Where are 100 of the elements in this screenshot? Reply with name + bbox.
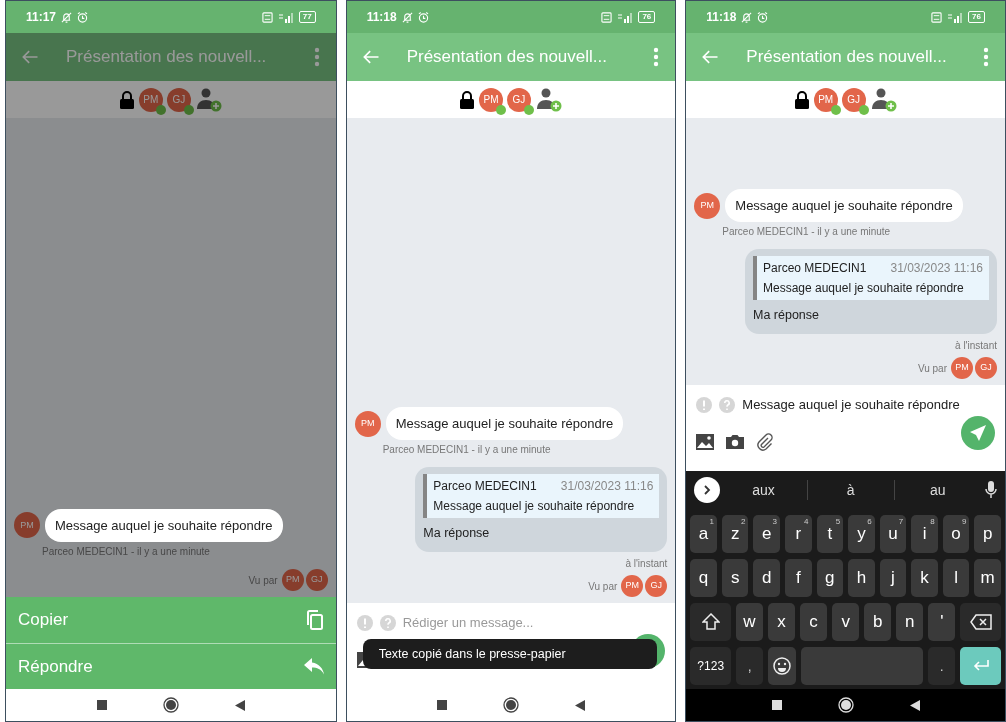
reply-text: Ma réponse — [753, 307, 820, 325]
key[interactable]: j — [879, 559, 907, 597]
key-hint: 3 — [772, 516, 777, 528]
avatar: PM — [694, 192, 721, 219]
square-icon[interactable] — [771, 700, 782, 710]
avatar: PM — [14, 512, 40, 539]
alarm-icon — [417, 11, 429, 23]
key[interactable]: d — [753, 559, 780, 597]
key[interactable]: q — [690, 559, 717, 597]
seen-by-label: Vu par — [588, 579, 618, 594]
suggestion[interactable]: au — [894, 479, 981, 501]
key[interactable]: i 8 — [911, 515, 938, 553]
signal-icon — [947, 11, 964, 23]
quote-author: Parceo MEDECIN1 — [433, 478, 537, 496]
key[interactable]: a 1 — [690, 515, 717, 553]
key[interactable]: u 7 — [879, 515, 907, 553]
send-icon[interactable] — [961, 415, 995, 450]
reply-bubble[interactable]: Parceo MEDECIN1 31/03/2023 11:16 Message auquel je souhaite répondre Ma réponse — [745, 249, 997, 334]
reply-bubble[interactable]: Parceo MEDECIN1 31/03/2023 11:16 Message auquel je souhaite répondre Ma réponse — [415, 467, 668, 552]
add-person-icon[interactable] — [537, 87, 563, 112]
avatar: GJ — [841, 87, 866, 112]
shift-icon[interactable] — [690, 603, 731, 641]
key[interactable]: w — [735, 603, 763, 641]
key[interactable]: g — [816, 559, 844, 597]
key-hint: 6 — [867, 516, 872, 528]
avatar: PM — [813, 87, 838, 112]
muted-notification-icon — [61, 11, 73, 23]
status-time: 11:18 — [366, 9, 397, 26]
avatar: GJ — [975, 357, 997, 379]
message-meta: Parceo MEDECIN1 - il y a une minute — [42, 545, 211, 559]
back-triangle-icon[interactable] — [234, 699, 245, 711]
emoji-icon[interactable] — [768, 647, 796, 685]
back-triangle-icon[interactable] — [909, 699, 920, 711]
message-bubble[interactable]: Message auquel je souhaite répondre — [45, 508, 283, 542]
home-circle-icon[interactable] — [503, 697, 519, 713]
key[interactable]: f — [785, 559, 812, 597]
avatar: PM — [951, 357, 973, 379]
seen-by-label: Vu par — [248, 573, 278, 588]
add-person-icon[interactable] — [871, 87, 898, 112]
key[interactable]: k — [911, 559, 938, 597]
key-hint: 5 — [835, 516, 841, 528]
key[interactable]: ' — [928, 603, 956, 641]
key[interactable]: l — [942, 559, 970, 597]
conversation-title: Présentation des nouvell... — [66, 46, 268, 69]
message-field[interactable]: Rédiger un message... — [402, 613, 666, 633]
camera-icon[interactable] — [726, 434, 745, 449]
key[interactable]: z 2 — [721, 515, 749, 553]
copy-icon — [305, 610, 324, 630]
suggestion[interactable]: à — [807, 479, 894, 501]
message-meta: à l'instant — [625, 557, 668, 571]
key[interactable]: s — [721, 559, 749, 597]
avatar: PM — [281, 569, 304, 591]
avatar: GJ — [166, 87, 191, 112]
paperclip-icon[interactable] — [756, 432, 775, 451]
key[interactable]: , — [736, 647, 764, 685]
home-circle-icon[interactable] — [162, 697, 179, 713]
square-icon[interactable] — [96, 700, 107, 710]
battery-indicator: 77 — [298, 11, 316, 23]
alarm-icon — [757, 11, 769, 23]
signal-icon — [617, 11, 634, 23]
key[interactable]: o 9 — [942, 515, 970, 553]
key[interactable]: . — [927, 647, 956, 685]
key[interactable]: m — [974, 559, 1001, 597]
key[interactable]: n — [896, 603, 924, 641]
key[interactable]: r 4 — [785, 515, 812, 553]
chevron-right-icon[interactable] — [694, 477, 721, 503]
muted-notification-icon — [401, 11, 413, 23]
symbols-key[interactable]: ?123 — [690, 647, 732, 685]
lock-icon — [793, 90, 810, 109]
suggestion[interactable]: aux — [720, 479, 807, 501]
muted-notification-icon — [741, 11, 753, 23]
key-hint: 2 — [741, 516, 746, 528]
key-hint: 1 — [709, 516, 714, 528]
backspace-icon[interactable] — [960, 603, 1001, 641]
message-bubble[interactable]: Message auquel je souhaite répondre — [385, 406, 624, 441]
conversation-title: Présentation des nouvell... — [406, 46, 608, 69]
key-hint: 9 — [961, 516, 967, 528]
battery-indicator: 76 — [638, 11, 656, 23]
message-bubble[interactable]: Message auquel je souhaite répondre — [725, 188, 963, 223]
key[interactable]: h — [848, 559, 875, 597]
status-time: 11:17 — [26, 9, 57, 26]
image-icon[interactable] — [696, 433, 715, 450]
key[interactable]: x — [767, 603, 796, 641]
quote-author: Parceo MEDECIN1 — [763, 260, 867, 278]
key[interactable]: t 5 — [816, 515, 844, 553]
key[interactable]: e 3 — [753, 515, 780, 553]
back-triangle-icon[interactable] — [575, 699, 585, 711]
avatar: PM — [354, 410, 381, 437]
avatar: GJ — [507, 87, 531, 112]
key[interactable]: v — [832, 603, 860, 641]
key[interactable]: y 6 — [848, 515, 875, 553]
key[interactable]: c — [800, 603, 828, 641]
add-person-icon[interactable] — [196, 87, 223, 112]
key[interactable]: b — [864, 603, 892, 641]
key[interactable]: p — [974, 515, 1001, 553]
reply-icon — [303, 657, 324, 676]
message-field[interactable]: Message auquel je souhaite répondre — [742, 395, 995, 415]
quote-date: 31/03/2023 11:16 — [560, 478, 654, 496]
lock-icon — [459, 90, 475, 109]
key-hint: 4 — [804, 516, 809, 528]
